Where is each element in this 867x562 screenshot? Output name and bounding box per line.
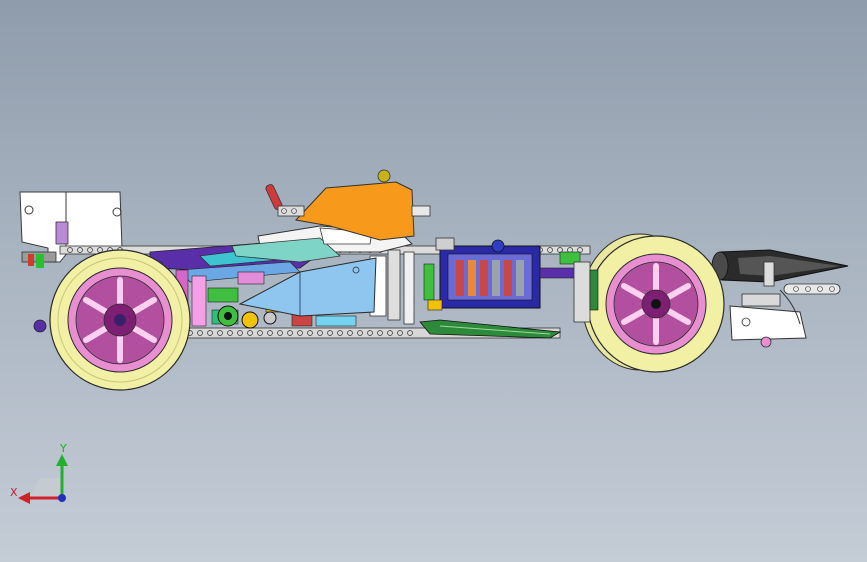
nose-cone	[711, 249, 849, 287]
axis-triad: Y X	[10, 442, 68, 504]
roll-bar	[265, 184, 305, 217]
rear-wheel	[33, 249, 191, 391]
triad-plane	[28, 478, 64, 498]
z-axis-dot	[58, 494, 66, 502]
x-axis-arrowhead	[18, 492, 30, 504]
front-wheel	[573, 233, 725, 373]
x-axis-label: X	[10, 486, 18, 499]
y-axis-arrowhead	[56, 454, 68, 466]
cad-viewport[interactable]: Y X	[0, 0, 867, 562]
car-model-drawing[interactable]	[0, 0, 867, 562]
front-wing-bracket	[729, 283, 841, 348]
y-axis-label: Y	[59, 442, 67, 455]
